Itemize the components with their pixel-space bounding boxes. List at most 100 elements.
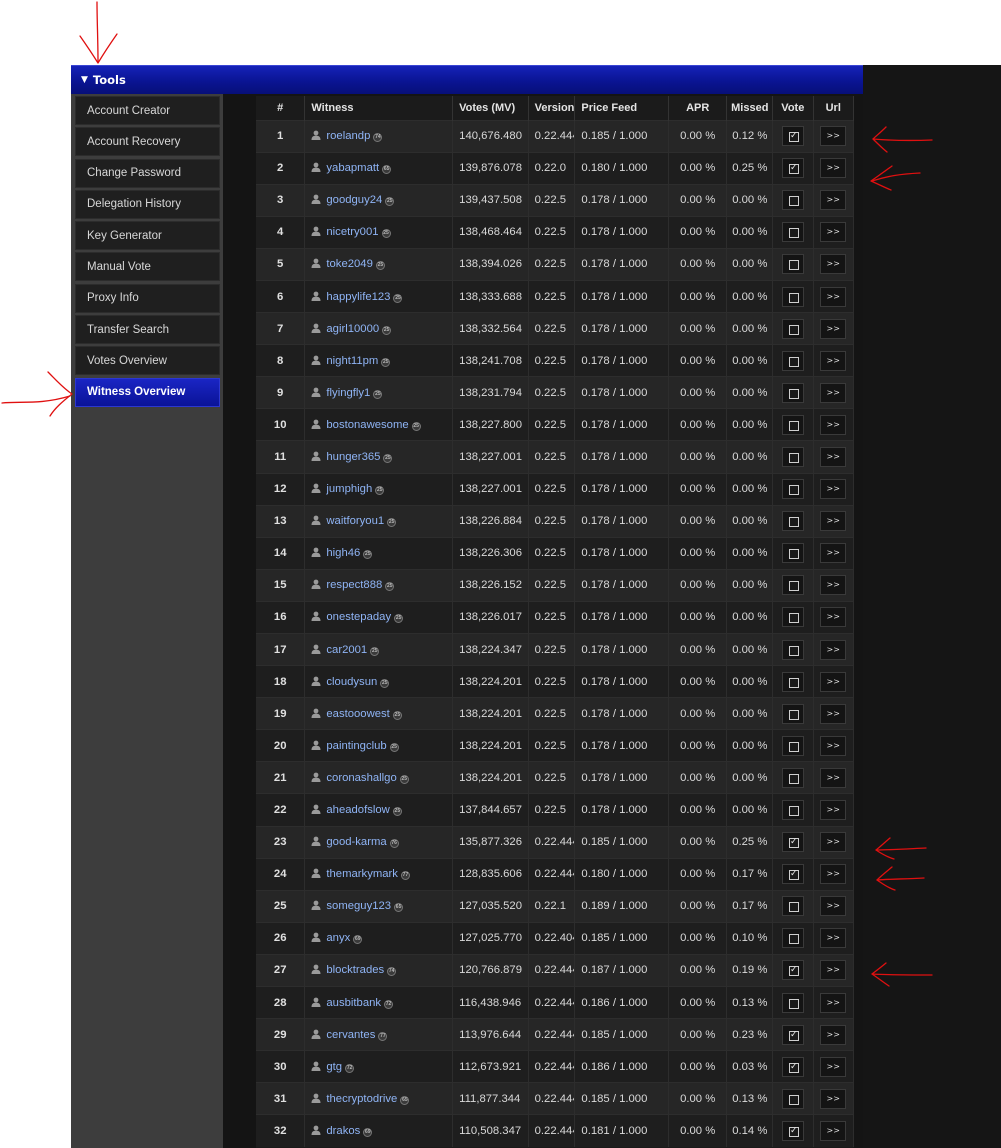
witness-link[interactable]: eastooowest [326,708,389,720]
witness-link[interactable]: good-karma [326,836,386,848]
sidebar-item-change-password[interactable]: Change Password [75,158,220,188]
url-button[interactable]: >> [820,800,847,821]
col-header-witness[interactable]: Witness [304,96,454,120]
vote-checkbox[interactable] [781,543,804,564]
vote-checkbox[interactable] [781,1056,804,1077]
vote-checkbox[interactable] [781,446,804,467]
url-button[interactable]: >> [820,382,847,403]
vote-checkbox[interactable] [781,703,804,724]
url-button[interactable]: >> [820,671,847,692]
vote-checkbox[interactable] [781,286,804,307]
col-header-apr[interactable]: APR [668,96,728,120]
url-button[interactable]: >> [820,126,847,147]
witness-link[interactable]: thecryptodrive [326,1093,397,1105]
url-button[interactable]: >> [820,928,847,949]
witness-link[interactable]: car2001 [326,644,367,656]
vote-checkbox[interactable] [781,832,804,853]
url-button[interactable]: >> [820,543,847,564]
vote-checkbox[interactable] [781,960,804,981]
sidebar-item-delegation-history[interactable]: Delegation History [75,189,220,219]
witness-link[interactable]: anyx [326,932,350,944]
vote-checkbox[interactable] [781,1121,804,1142]
url-button[interactable]: >> [820,414,847,435]
url-button[interactable]: >> [820,479,847,500]
col-header-version[interactable]: Version [528,96,576,120]
sidebar-item-transfer-search[interactable]: Transfer Search [75,315,220,345]
vote-checkbox[interactable] [781,992,804,1013]
witness-link[interactable]: hunger365 [326,451,380,463]
url-button[interactable]: >> [820,254,847,275]
url-button[interactable]: >> [820,350,847,371]
url-button[interactable]: >> [820,992,847,1013]
witness-link[interactable]: ausbitbank [326,997,381,1009]
witness-link[interactable]: someguy123 [326,900,391,912]
col-header-url[interactable]: Url [813,96,855,120]
vote-checkbox[interactable] [781,382,804,403]
witness-link[interactable]: night11pm [326,355,378,367]
vote-checkbox[interactable] [781,126,804,147]
url-button[interactable]: >> [820,158,847,179]
witness-link[interactable]: agirl10000 [326,323,379,335]
vote-checkbox[interactable] [781,1088,804,1109]
url-button[interactable]: >> [820,511,847,532]
vote-checkbox[interactable] [781,190,804,211]
witness-link[interactable]: onestepaday [326,611,391,623]
vote-checkbox[interactable] [781,350,804,371]
witness-link[interactable]: cloudysun [326,676,377,688]
sidebar-item-account-creator[interactable]: Account Creator [75,96,220,125]
col-header-rank[interactable]: # [256,96,306,120]
sidebar-item-votes-overview[interactable]: Votes Overview [75,346,220,376]
vote-checkbox[interactable] [781,254,804,275]
col-header-price-feed[interactable]: Price Feed [574,96,669,120]
url-button[interactable]: >> [820,864,847,885]
vote-checkbox[interactable] [781,318,804,339]
url-button[interactable]: >> [820,767,847,788]
witness-link[interactable]: happylife123 [326,291,390,303]
url-button[interactable]: >> [820,1121,847,1142]
url-button[interactable]: >> [820,1024,847,1045]
url-button[interactable]: >> [820,1088,847,1109]
witness-link[interactable]: flyingfly1 [326,387,370,399]
url-button[interactable]: >> [820,318,847,339]
url-button[interactable]: >> [820,222,847,243]
sidebar-item-account-recovery[interactable]: Account Recovery [75,127,220,157]
vote-checkbox[interactable] [781,639,804,660]
witness-link[interactable]: toke2049 [326,258,372,270]
tools-panel-header[interactable]: ▼ Tools [71,65,863,94]
url-button[interactable]: >> [820,607,847,628]
sidebar-item-proxy-info[interactable]: Proxy Info [75,283,220,313]
vote-checkbox[interactable] [781,222,804,243]
witness-link[interactable]: respect888 [326,579,382,591]
url-button[interactable]: >> [820,960,847,981]
witness-link[interactable]: goodguy24 [326,194,382,206]
col-header-votes[interactable]: Votes (MV) [452,96,529,120]
vote-checkbox[interactable] [781,671,804,692]
url-button[interactable]: >> [820,639,847,660]
vote-checkbox[interactable] [781,928,804,949]
witness-link[interactable]: drakos [326,1125,360,1137]
vote-checkbox[interactable] [781,767,804,788]
vote-checkbox[interactable] [781,511,804,532]
witness-link[interactable]: roelandp [326,130,370,142]
witness-link[interactable]: cervantes [326,1029,375,1041]
sidebar-item-manual-vote[interactable]: Manual Vote [75,252,220,282]
vote-checkbox[interactable] [781,158,804,179]
vote-checkbox[interactable] [781,575,804,596]
col-header-missed[interactable]: Missed [726,96,774,120]
witness-link[interactable]: high46 [326,547,360,559]
sidebar-item-witness-overview[interactable]: Witness Overview [75,377,220,407]
witness-link[interactable]: paintingclub [326,740,386,752]
sidebar-item-key-generator[interactable]: Key Generator [75,221,220,251]
vote-checkbox[interactable] [781,864,804,885]
url-button[interactable]: >> [820,703,847,724]
witness-link[interactable]: blocktrades [326,964,384,976]
witness-link[interactable]: yabapmatt [326,162,379,174]
vote-checkbox[interactable] [781,607,804,628]
vote-checkbox[interactable] [781,735,804,756]
witness-link[interactable]: aheadofslow [326,804,389,816]
url-button[interactable]: >> [820,735,847,756]
url-button[interactable]: >> [820,575,847,596]
witness-link[interactable]: bostonawesome [326,419,408,431]
vote-checkbox[interactable] [781,800,804,821]
vote-checkbox[interactable] [781,479,804,500]
